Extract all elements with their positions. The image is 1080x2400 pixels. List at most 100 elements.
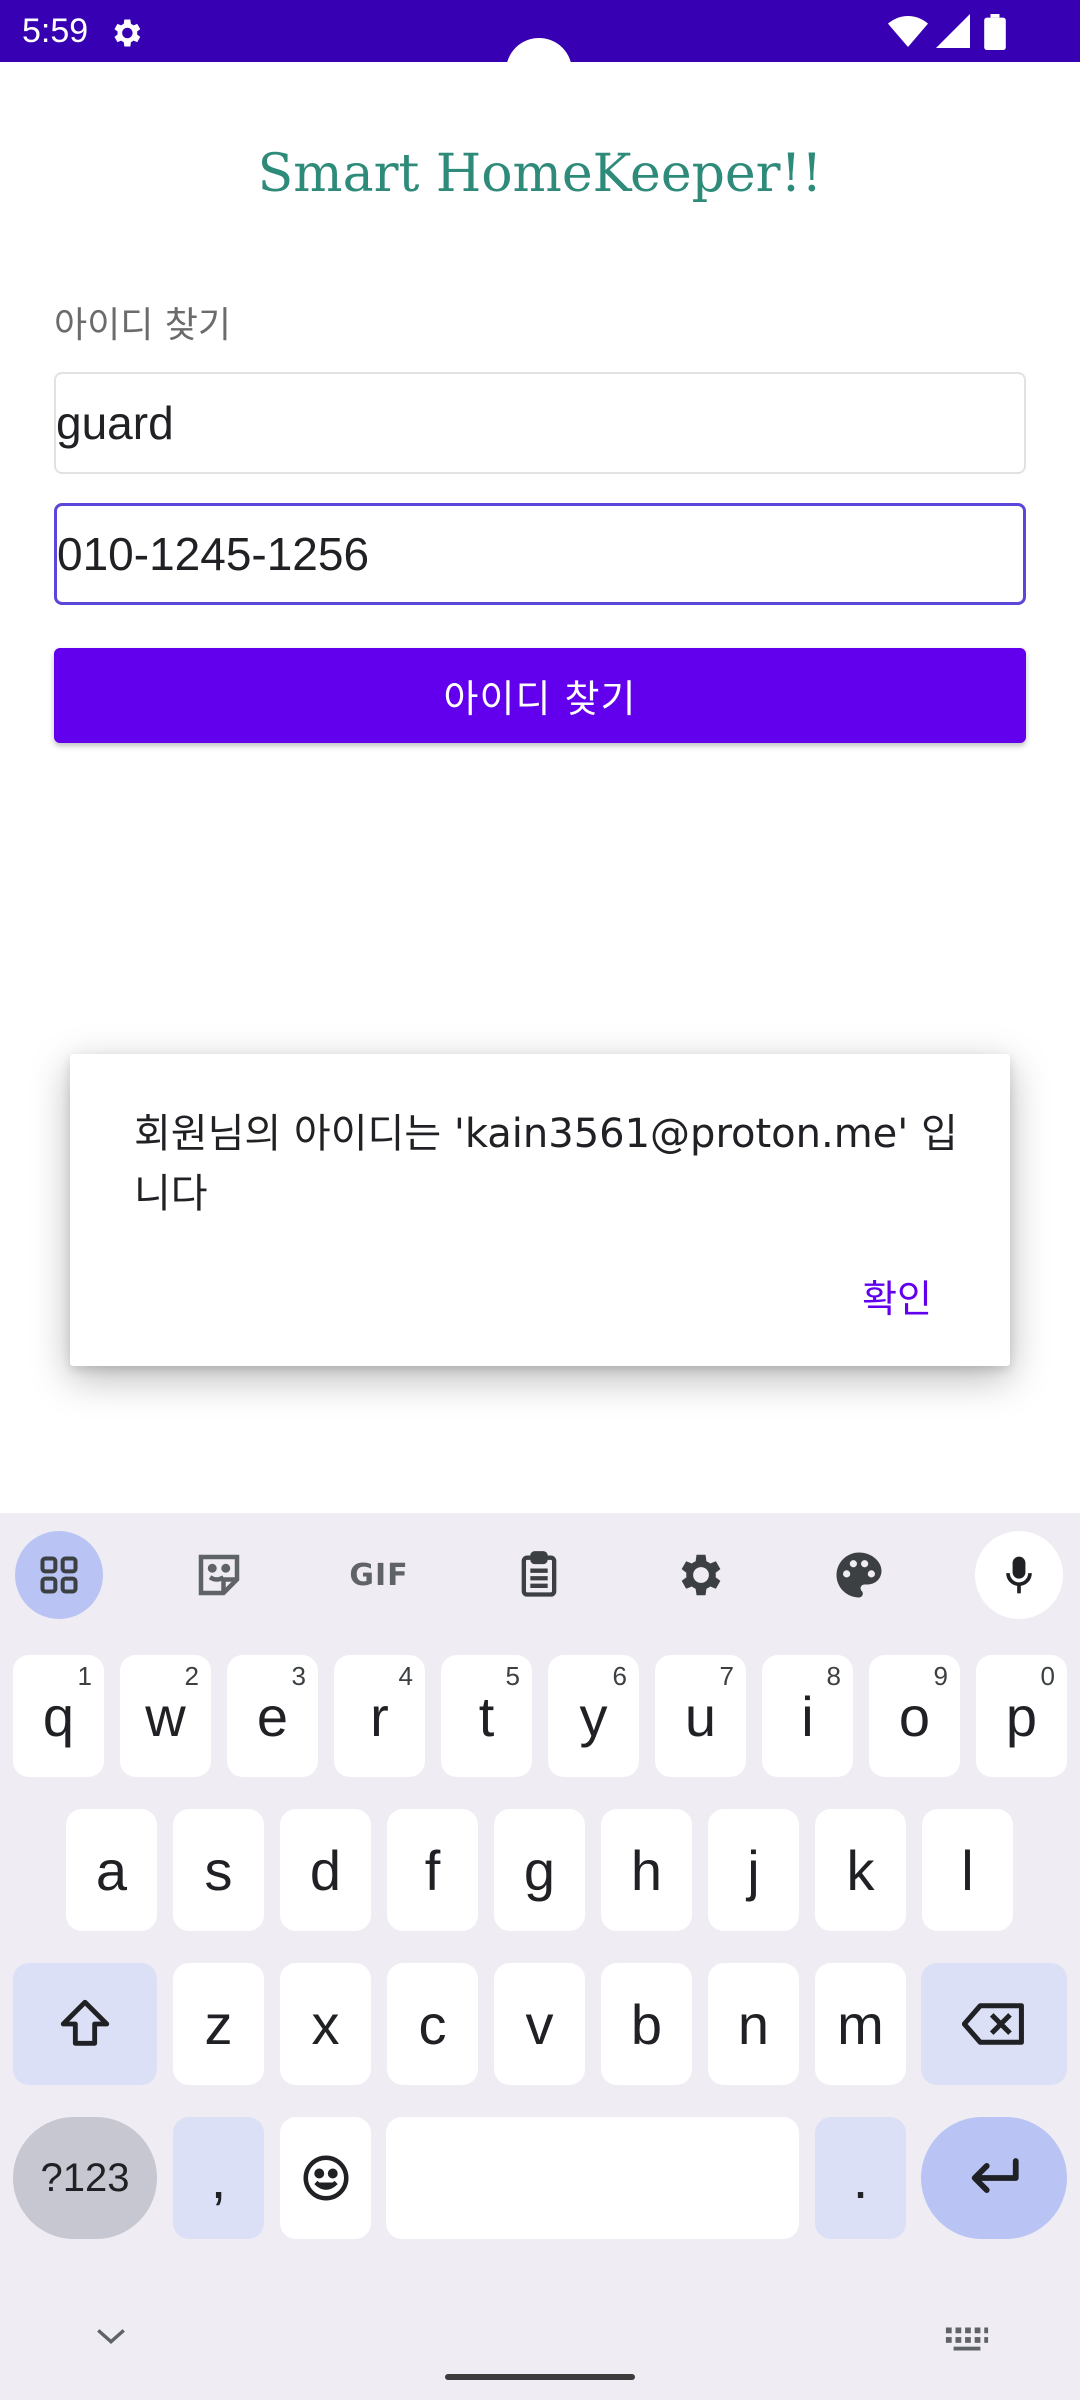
key-hint: 2 [184, 1661, 199, 1691]
key-v[interactable]: v [494, 1963, 585, 2085]
enter-arrow-icon [971, 2158, 1019, 2193]
sticker-icon[interactable] [175, 1531, 263, 1619]
name-input[interactable] [56, 374, 1024, 472]
key-label: b [630, 1992, 663, 2056]
emoji-icon [303, 2155, 348, 2201]
settings-gear-icon[interactable] [655, 1531, 743, 1619]
signal-icon [936, 14, 970, 48]
key-label: s [204, 1838, 233, 1902]
key-label: g [523, 1838, 556, 1902]
key-c[interactable]: c [387, 1963, 478, 2085]
key-label: l [961, 1838, 974, 1902]
key-u[interactable]: u7 [655, 1655, 746, 1777]
key-label: i [801, 1684, 814, 1748]
key-hint: 3 [291, 1661, 306, 1691]
key-label: e [256, 1684, 289, 1748]
microphone-icon[interactable] [975, 1531, 1063, 1619]
shift-key[interactable] [13, 1963, 157, 2085]
key-hint: 8 [826, 1661, 841, 1691]
key-label: p [1005, 1684, 1038, 1748]
key-p[interactable]: p0 [976, 1655, 1067, 1777]
status-time: 5:59 [22, 12, 89, 50]
key-j[interactable]: j [708, 1809, 799, 1931]
key-t[interactable]: t5 [441, 1655, 532, 1777]
key-s[interactable]: s [173, 1809, 264, 1931]
app-title: Smart HomeKeeper!! [257, 144, 823, 204]
key-hint: 1 [77, 1661, 92, 1691]
key-label: m [837, 1992, 884, 2056]
key-e[interactable]: e3 [227, 1655, 318, 1777]
key-i[interactable]: i8 [762, 1655, 853, 1777]
key-label: f [424, 1838, 441, 1902]
palette-icon[interactable] [815, 1531, 903, 1619]
section-label: 아이디 찾기 [54, 305, 232, 346]
key-m[interactable]: m [815, 1963, 906, 2085]
battery-icon [984, 14, 1006, 50]
key-label: h [630, 1838, 663, 1902]
key-l[interactable]: l [922, 1809, 1013, 1931]
key-z[interactable]: z [173, 1963, 264, 2085]
gif-button[interactable]: GIF [335, 1531, 423, 1619]
key-label: z [204, 1992, 233, 2056]
dialog-ok-button[interactable]: 확인 [862, 1268, 932, 1323]
key-label: a [95, 1838, 128, 1902]
key-q[interactable]: q1 [13, 1655, 104, 1777]
key-o[interactable]: o9 [869, 1655, 960, 1777]
key-r[interactable]: r4 [334, 1655, 425, 1777]
key-hint: 4 [398, 1661, 413, 1691]
key-b[interactable]: b [601, 1963, 692, 2085]
apps-grid-icon[interactable] [15, 1531, 103, 1619]
clipboard-icon[interactable] [495, 1531, 583, 1619]
key-label: q [42, 1684, 75, 1748]
key-hint: 5 [505, 1661, 520, 1691]
key-label: v [525, 1992, 554, 2056]
key-g[interactable]: g [494, 1809, 585, 1931]
key-w[interactable]: w2 [120, 1655, 211, 1777]
key-label: k [846, 1838, 875, 1902]
soft-keyboard: GIF ?123 , . q 1 w 2 e 3 r 4 t 5 y 6 u 7… [0, 1513, 1080, 2400]
dialog-message: 회원님의 아이디는 'kain3561@proton.me' 입니다 [134, 1111, 958, 1217]
key-d[interactable]: d [280, 1809, 371, 1931]
key-k[interactable]: k [815, 1809, 906, 1931]
key-label: r [370, 1684, 389, 1748]
key-h[interactable]: h [601, 1809, 692, 1931]
key-label: n [737, 1992, 770, 2056]
key-label: y [579, 1684, 608, 1748]
comma-key[interactable]: , [173, 2117, 264, 2239]
key-label: c [418, 1992, 447, 2056]
backspace-key[interactable] [921, 1963, 1067, 2085]
key-label: o [898, 1684, 931, 1748]
space-key[interactable] [386, 2117, 799, 2239]
key-label: x [311, 1992, 340, 2056]
key-label: w [145, 1684, 186, 1748]
key-a[interactable]: a [66, 1809, 157, 1931]
name-field[interactable] [54, 372, 1026, 474]
gear-icon [114, 19, 141, 47]
key-hint: 6 [612, 1661, 627, 1691]
key-f[interactable]: f [387, 1809, 478, 1931]
symbols-key[interactable]: ?123 [13, 2117, 157, 2239]
key-hint: 7 [719, 1661, 734, 1691]
key-label: u [684, 1684, 717, 1748]
find-id-button[interactable]: 아이디 찾기 [54, 648, 1026, 743]
keyboard-switch-icon[interactable] [944, 2325, 990, 2353]
key-n[interactable]: n [708, 1963, 799, 2085]
wifi-icon [888, 16, 928, 47]
key-hint: 9 [933, 1661, 948, 1691]
key-hint: 0 [1040, 1661, 1055, 1691]
key-label: t [478, 1684, 495, 1748]
gesture-nav-handle[interactable] [445, 2374, 635, 2380]
hide-keyboard-chevron-icon[interactable] [94, 2325, 128, 2347]
key-y[interactable]: y6 [548, 1655, 639, 1777]
key-label: d [309, 1838, 342, 1902]
result-dialog: 회원님의 아이디는 'kain3561@proton.me' 입니다 확인 [70, 1054, 1010, 1366]
gif-label: GIF [349, 1557, 409, 1593]
phone-input[interactable] [57, 506, 1023, 602]
emoji-key[interactable] [280, 2117, 371, 2239]
enter-key[interactable] [921, 2117, 1067, 2239]
phone-field[interactable] [54, 503, 1026, 605]
key-label: j [747, 1838, 760, 1902]
camera-cutout [506, 38, 572, 104]
key-x[interactable]: x [280, 1963, 371, 2085]
period-key[interactable]: . [815, 2117, 906, 2239]
